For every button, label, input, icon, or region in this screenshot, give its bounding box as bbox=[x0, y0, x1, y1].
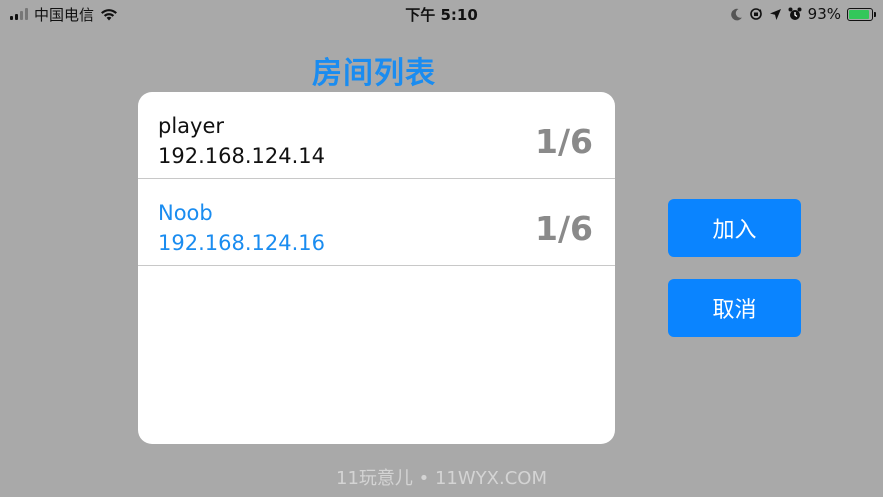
watermark: 11玩意儿 • 11WYX.COM bbox=[336, 468, 547, 489]
cancel-button[interactable]: 取消 bbox=[668, 279, 801, 337]
battery-icon bbox=[847, 7, 876, 21]
status-right: 93% bbox=[730, 4, 876, 24]
room-name: player bbox=[158, 114, 225, 138]
battery-percent: 93% bbox=[807, 5, 841, 23]
alarm-icon bbox=[788, 7, 802, 20]
page-title: 房间列表 bbox=[312, 56, 436, 91]
battery-level-fill bbox=[849, 9, 870, 19]
room-list[interactable]: player 192.168.124.14 1/6 Noob 192.168.1… bbox=[138, 92, 615, 444]
room-row[interactable]: Noob 192.168.124.16 1/6 bbox=[138, 179, 615, 266]
room-player-count: 1/6 bbox=[535, 209, 593, 248]
moon-icon bbox=[730, 8, 742, 20]
orientation-lock-icon bbox=[749, 8, 762, 20]
room-name: Noob bbox=[158, 201, 213, 225]
room-ip: 192.168.124.16 bbox=[158, 231, 325, 255]
join-button[interactable]: 加入 bbox=[668, 199, 801, 257]
room-ip: 192.168.124.14 bbox=[158, 144, 325, 168]
room-row[interactable]: player 192.168.124.14 1/6 bbox=[138, 92, 615, 179]
status-bar: 中国电信 下午 5:10 93% bbox=[0, 0, 883, 28]
location-icon bbox=[769, 8, 781, 20]
room-player-count: 1/6 bbox=[535, 122, 593, 161]
